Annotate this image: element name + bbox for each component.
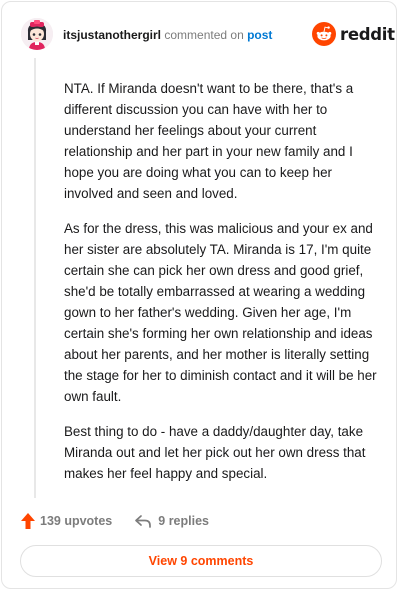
reddit-logo[interactable]: reddit [312, 22, 395, 46]
username-link[interactable]: itsjustanothergirl [63, 28, 161, 42]
comment-paragraph: Best thing to do - have a daddy/daughter… [64, 424, 366, 481]
comment-body: NTA. If Miranda doesn't want to be there… [64, 78, 382, 498]
avatar[interactable] [21, 18, 53, 50]
comment-actions: 139 upvotes 9 replies [20, 510, 209, 532]
thread-line [34, 58, 36, 498]
view-comments-button[interactable]: View 9 comments [20, 545, 382, 577]
upvote-arrow-icon [21, 513, 35, 529]
replies-button[interactable]: 9 replies [134, 513, 209, 529]
reply-arrow-icon [135, 515, 152, 528]
byline-action: commented on [164, 28, 244, 42]
anime-girl-avatar-icon [21, 18, 53, 50]
upvote-button[interactable]: 139 upvotes [20, 512, 112, 530]
replies-count: 9 replies [158, 514, 209, 528]
post-link[interactable]: post [247, 28, 272, 42]
byline: itsjustanothergirl commented on post [63, 27, 272, 43]
upvote-count: 139 upvotes [40, 514, 113, 528]
comment-header: itsjustanothergirl commented on post red… [2, 2, 398, 64]
reddit-snoo-icon [312, 22, 336, 46]
comment-card: itsjustanothergirl commented on post red… [1, 1, 397, 589]
comment-paragraph: NTA. If Miranda doesn't want to be there… [64, 81, 354, 201]
reddit-wordmark: reddit [340, 24, 395, 44]
comment-paragraph: As for the dress, this was malicious and… [64, 221, 377, 404]
